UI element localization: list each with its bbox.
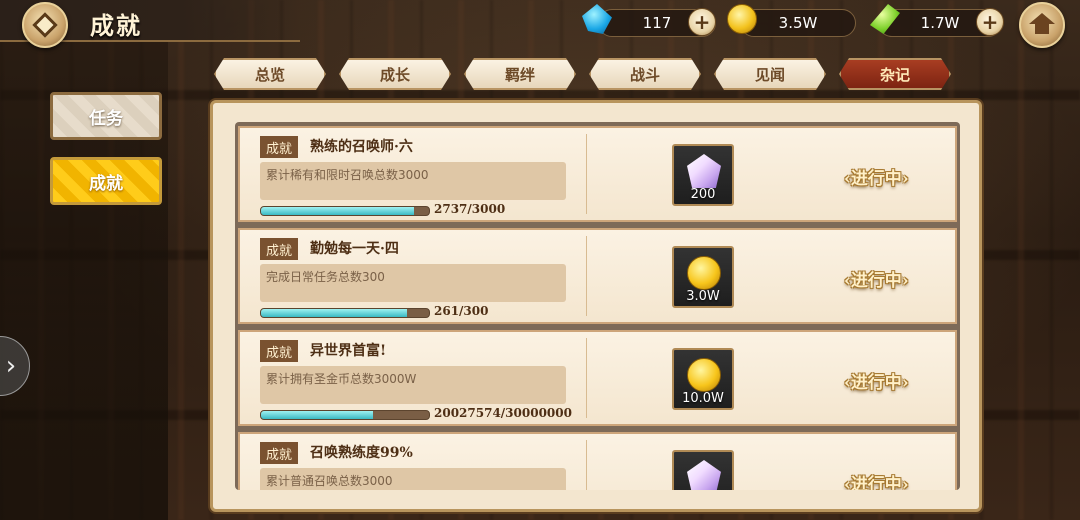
- achievement-card: 成就 召唤熟练度99% 累计普通召唤总数3000 ‹进行中›: [238, 432, 957, 490]
- progress-text: 2737/3000: [434, 202, 506, 216]
- status-in-progress: ‹进行中›: [844, 169, 909, 189]
- status-text: 进行中: [850, 475, 902, 490]
- tab-growth[interactable]: 成长: [339, 58, 451, 90]
- add-leaves-button[interactable]: +: [976, 8, 1004, 36]
- progress-bar: [260, 308, 430, 318]
- status-text: 进行中: [850, 373, 902, 393]
- status-in-progress: ‹进行中›: [844, 373, 909, 393]
- achievement-badge: 成就: [260, 340, 299, 362]
- home-button[interactable]: [1019, 2, 1065, 48]
- reward-slot[interactable]: 10.0W: [672, 348, 734, 410]
- home-icon: [1029, 13, 1055, 35]
- progress-bar: [260, 410, 430, 420]
- tab-overview[interactable]: 总览: [214, 58, 326, 90]
- achievement-title: 异世界首富!: [310, 343, 387, 359]
- gold-coin-icon: [727, 4, 757, 34]
- currency-coins: 3.5W: [740, 9, 856, 37]
- crystal-icon: [687, 460, 721, 490]
- achievement-title: 熟练的召唤师·六: [310, 139, 413, 155]
- tab-battle[interactable]: 战斗: [589, 58, 701, 90]
- progress-text: 261/300: [434, 304, 489, 318]
- gold-coin-icon: [687, 256, 721, 290]
- progress-fill: [261, 207, 415, 215]
- reward-amount: 3.0W: [686, 289, 720, 304]
- reward-amount: 200: [690, 187, 716, 202]
- achievement-badge: 成就: [260, 136, 299, 158]
- page-title: 成就: [90, 11, 142, 40]
- achievement-list[interactable]: 成就 熟练的召唤师·六 累计稀有和限时召唤总数3000 2737/3000 20…: [235, 122, 960, 490]
- tab-bonds[interactable]: 羁绊: [464, 58, 576, 90]
- status-text: 进行中: [850, 169, 902, 189]
- reward-amount: 10.0W: [682, 391, 724, 406]
- divider: [586, 440, 587, 490]
- achievement-card: 成就 熟练的召唤师·六 累计稀有和限时召唤总数3000 2737/3000 20…: [238, 126, 957, 222]
- progress-text: 20027574/30000000: [434, 406, 572, 420]
- achievement-badge: 成就: [260, 238, 299, 260]
- achievement-description: 累计普通召唤总数3000: [260, 468, 566, 490]
- menu-button[interactable]: [22, 2, 68, 48]
- status-text: 进行中: [850, 271, 902, 291]
- status-in-progress: ‹进行中›: [844, 271, 909, 291]
- achievement-card: 成就 勤勉每一天·四 完成日常任务总数300 261/300 3.0W ‹进行中…: [238, 228, 957, 324]
- divider: [586, 236, 587, 316]
- status-in-progress: ‹进行中›: [844, 470, 909, 490]
- divider: [586, 338, 587, 418]
- progress-bar: [260, 206, 430, 216]
- tab-misc[interactable]: 杂记: [839, 58, 951, 90]
- progress-fill: [261, 411, 374, 419]
- crystal-icon: [687, 154, 721, 188]
- reward-slot[interactable]: 3.0W: [672, 246, 734, 308]
- achievement-title: 勤勉每一天·四: [310, 241, 399, 257]
- add-gems-button[interactable]: +: [688, 8, 716, 36]
- achievement-card: 成就 异世界首富! 累计拥有圣金币总数3000W 20027574/300000…: [238, 330, 957, 426]
- diamond-icon: [32, 12, 58, 38]
- progress-fill: [261, 309, 408, 317]
- achievement-description: 累计拥有圣金币总数3000W: [260, 366, 566, 404]
- divider: [586, 134, 587, 214]
- achievement-badge: 成就: [260, 442, 299, 464]
- gold-coin-icon: [687, 358, 721, 392]
- reward-slot[interactable]: 200: [672, 144, 734, 206]
- side-button-achievements[interactable]: 成就: [50, 157, 162, 205]
- achievement-description: 完成日常任务总数300: [260, 264, 566, 302]
- reward-slot[interactable]: [672, 450, 734, 490]
- side-button-tasks[interactable]: 任务: [50, 92, 162, 140]
- achievement-description: 累计稀有和限时召唤总数3000: [260, 162, 566, 200]
- tab-insights[interactable]: 见闻: [714, 58, 826, 90]
- achievement-title: 召唤熟练度99%: [310, 445, 413, 461]
- currency-coins-value: 3.5W: [778, 14, 818, 32]
